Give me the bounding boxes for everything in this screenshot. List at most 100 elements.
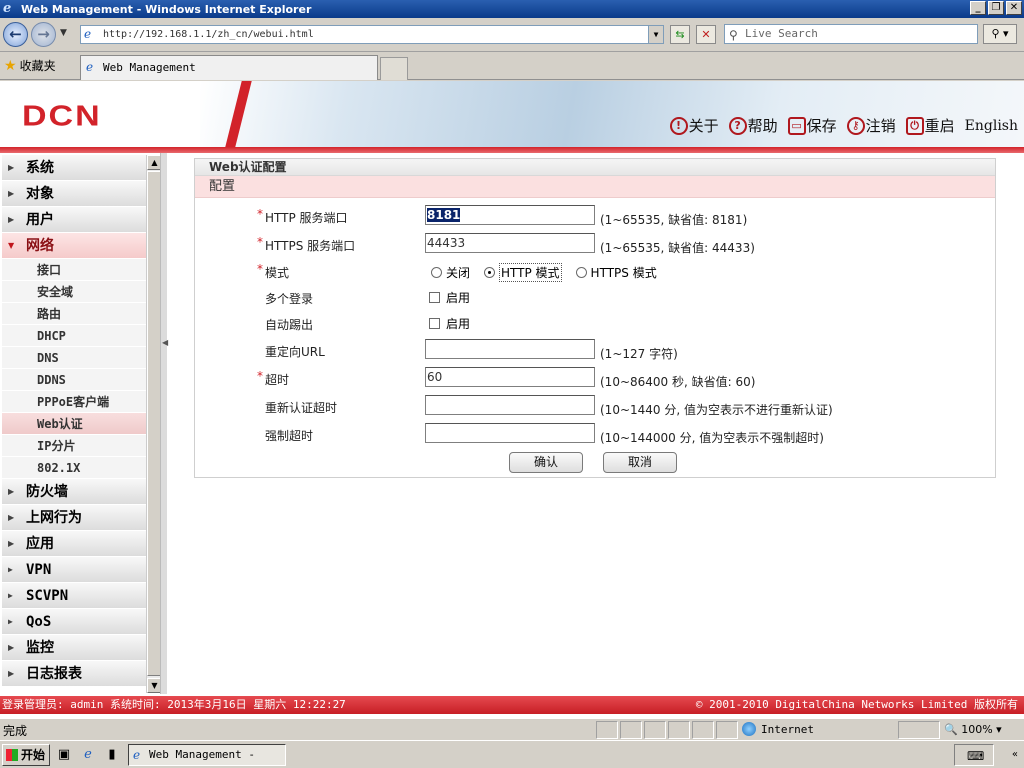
sidebar-sub-8021x[interactable]: 802.1X <box>2 457 146 479</box>
cancel-button[interactable]: 取消 <box>603 452 677 473</box>
auto-kick-checkbox[interactable]: 启用 <box>429 315 470 332</box>
collapsed-arrow-icon: ▶ <box>8 189 15 198</box>
help-link[interactable]: ? 帮助 <box>728 115 778 136</box>
login-info: 登录管理员: admin 系统时间: 2013年3月16日 星期六 12:22:… <box>2 698 346 711</box>
address-dropdown-icon[interactable]: ▼ <box>648 26 663 43</box>
new-tab-button[interactable] <box>380 57 408 80</box>
forward-button[interactable]: → <box>31 22 56 47</box>
sidebar-item-label: 用户 <box>26 212 54 228</box>
sidebar-item-firewall[interactable]: ▶ 防火墙 <box>2 479 146 505</box>
mode-off-radio[interactable]: 关闭 <box>431 263 470 282</box>
close-window-button[interactable]: ✕ <box>1006 1 1022 15</box>
sidebar-item-internet-behavior[interactable]: ▶ 上网行为 <box>2 505 146 531</box>
mode-http-radio[interactable]: HTTP 模式 <box>484 263 562 282</box>
sidebar-splitter[interactable]: ◀ <box>160 153 168 694</box>
mode-https-radio[interactable]: HTTPS 模式 <box>575 263 657 282</box>
sidebar-sub-interface[interactable]: 接口 <box>2 259 146 281</box>
about-link[interactable]: ! 关于 <box>669 115 719 136</box>
https-port-input[interactable]: 44433 <box>425 233 595 253</box>
media-player-icon[interactable]: ▮ <box>104 747 120 763</box>
restore-button[interactable]: ❐ <box>988 1 1004 15</box>
sidebar-sub-ddns[interactable]: DDNS <box>2 369 146 391</box>
protected-mode-cell[interactable] <box>898 721 940 739</box>
sidebar-sub-security-zone[interactable]: 安全域 <box>2 281 146 303</box>
sidebar-sub-routing[interactable]: 路由 <box>2 303 146 325</box>
sidebar-item-qos[interactable]: ▶ QoS <box>2 609 146 635</box>
show-desktop-icon[interactable]: ▣ <box>56 747 72 763</box>
favorites-button[interactable]: ★ 收藏夹 <box>4 57 56 74</box>
http-port-input[interactable]: 8181 <box>425 205 595 225</box>
sidebar-sub-ip-fragment[interactable]: IP分片 <box>2 435 146 457</box>
radio-label: 关闭 <box>446 266 471 280</box>
sidebar-item-monitor[interactable]: ▶ 监控 <box>2 635 146 661</box>
address-url: http://192.168.1.1/zh_cn/webui.html <box>103 29 314 40</box>
tray-expand-icon[interactable]: « <box>1012 749 1018 760</box>
start-button[interactable]: 开始 <box>2 744 50 766</box>
radio-circle <box>575 267 587 278</box>
auto-kick-row: 自动踢出 启用 <box>195 312 995 336</box>
collapsed-arrow-icon: ▶ <box>8 565 13 574</box>
timeout-row: * 超时 60 (10~86400 秒, 缺省值: 60) <box>195 367 995 391</box>
minimize-button[interactable]: _ <box>970 1 986 15</box>
address-bar[interactable]: e http://192.168.1.1/zh_cn/webui.html ▼ <box>80 25 664 44</box>
sidebar-item-vpn[interactable]: ▶ VPN <box>2 557 146 583</box>
panel-title: Web认证配置 <box>195 159 995 176</box>
timeout-hint: (10~86400 秒, 缺省值: 60) <box>600 375 756 389</box>
sidebar-item-users[interactable]: ▶ 用户 <box>2 207 146 233</box>
restart-label: 重启 <box>924 117 955 135</box>
taskbar-ie-window[interactable]: e Web Management - Wi... <box>128 744 286 766</box>
logout-link[interactable]: ⚷ 注销 <box>846 115 896 136</box>
task-ie-icon: e <box>133 748 141 762</box>
collapsed-arrow-icon: ▶ <box>8 539 15 548</box>
collapsed-arrow-icon: ▶ <box>8 591 13 600</box>
taskbar: 开始 ▣ e ▮ e Web Management - Wi... ⌨ « <box>0 740 1024 768</box>
timeout-input[interactable]: 60 <box>425 367 595 387</box>
force-timeout-input[interactable] <box>425 423 595 443</box>
help-icon: ? <box>728 116 747 135</box>
http-port-row: * HTTP 服务端口 8181 (1~65535, 缺省值: 8181) <box>195 205 995 229</box>
dcn-logo: DCN <box>22 99 102 133</box>
checkbox-box <box>429 292 440 303</box>
redirect-url-input[interactable] <box>425 339 595 359</box>
zoom-control[interactable]: 🔍 100% ▾ <box>944 723 1002 736</box>
sidebar-sub-pppoe[interactable]: PPPoE客户端 <box>2 391 146 413</box>
multi-login-row: 多个登录 启用 <box>195 286 995 310</box>
sidebar-item-objects[interactable]: ▶ 对象 <box>2 181 146 207</box>
sidebar-item-application[interactable]: ▶ 应用 <box>2 531 146 557</box>
refresh-button[interactable]: ⇆ <box>670 25 690 44</box>
reauth-timeout-row: 重新认证超时 (10~1440 分, 值为空表示不进行重新认证) <box>195 395 995 419</box>
multi-login-checkbox[interactable]: 启用 <box>429 289 470 306</box>
sidebar-sub-dns[interactable]: DNS <box>2 347 146 369</box>
sidebar-item-label: 系统 <box>26 160 54 176</box>
reauth-timeout-input[interactable] <box>425 395 595 415</box>
sidebar-item-scvpn[interactable]: ▶ SCVPN <box>2 583 146 609</box>
ie-quicklaunch-icon[interactable]: e <box>80 747 96 763</box>
ok-button[interactable]: 确认 <box>509 452 583 473</box>
keyboard-icon[interactable]: ⌨ <box>967 749 984 763</box>
search-placeholder: Live Search <box>745 27 818 40</box>
back-button[interactable]: ← <box>3 22 28 47</box>
page-header: DCN ! 关于 ? 帮助 ▭ 保存 ⚷ 注销 ⏻ 重启 English <box>0 81 1024 147</box>
sidebar-item-system[interactable]: ▶ 系统 <box>2 155 146 181</box>
status-cell <box>668 721 690 739</box>
status-cell <box>644 721 666 739</box>
browser-tab[interactable]: e Web Management <box>80 55 378 80</box>
stop-button[interactable]: ✕ <box>696 25 716 44</box>
search-input[interactable]: ⚲ Live Search <box>724 24 978 44</box>
history-dropdown-icon[interactable]: ▼ <box>60 28 67 38</box>
sidebar-item-label: 应用 <box>26 536 54 552</box>
sidebar-sub-web-auth[interactable]: Web认证 <box>2 413 146 435</box>
checkbox-box <box>429 318 440 329</box>
collapsed-arrow-icon: ▶ <box>8 669 15 678</box>
search-go-button[interactable]: ⚲ ▾ <box>983 24 1017 44</box>
collapse-arrow-icon[interactable]: ◀ <box>162 338 168 347</box>
checkbox-label: 启用 <box>446 291 471 305</box>
sidebar-item-network[interactable]: ▼ 网络 <box>2 233 146 259</box>
sidebar-item-logs-reports[interactable]: ▶ 日志报表 <box>2 661 146 687</box>
status-text: 完成 <box>3 724 28 738</box>
sidebar-sub-dhcp[interactable]: DHCP <box>2 325 146 347</box>
save-link[interactable]: ▭ 保存 <box>787 115 837 136</box>
restart-link[interactable]: ⏻ 重启 <box>905 115 955 136</box>
english-link[interactable]: English <box>965 118 1018 134</box>
collapsed-arrow-icon: ▶ <box>8 643 15 652</box>
